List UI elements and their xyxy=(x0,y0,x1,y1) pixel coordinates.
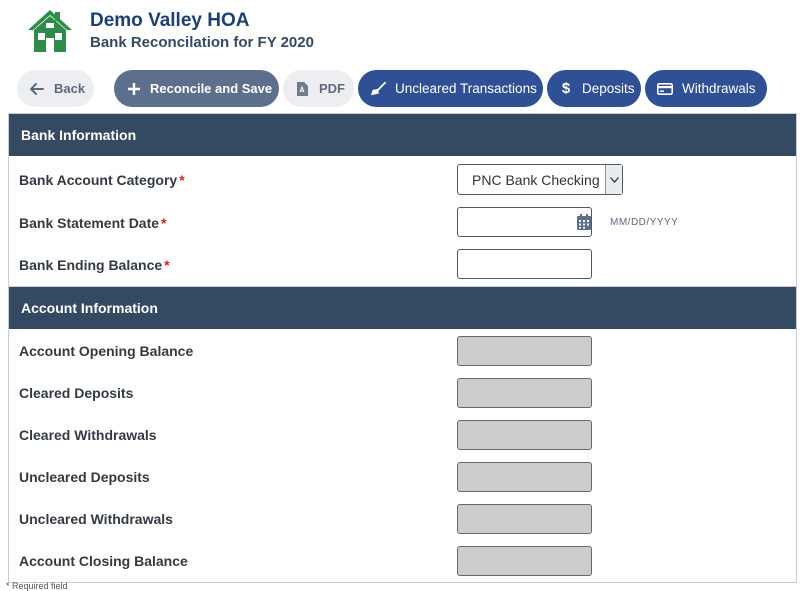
reconcile-and-save-button[interactable]: Reconcile and Save xyxy=(114,70,279,107)
bank-statement-date-label: Bank Statement Date * xyxy=(19,215,167,231)
pdf-file-icon xyxy=(294,81,310,97)
bank-information-panel: Bank Information Bank Account Category * … xyxy=(8,113,797,287)
bank-account-category-value: PNC Bank Checking xyxy=(472,171,600,188)
bank-information-heading: Bank Information xyxy=(9,114,796,156)
required-marker: * xyxy=(164,257,170,273)
uncleared-transactions-label: Uncleared Transactions xyxy=(395,81,537,96)
back-button-label: Back xyxy=(54,81,86,96)
cleared-deposits-field xyxy=(457,378,592,408)
pdf-button[interactable]: PDF xyxy=(283,70,354,107)
reconcile-and-save-label: Reconcile and Save xyxy=(150,81,273,96)
deposits-button[interactable]: $ Deposits xyxy=(547,70,641,107)
account-opening-balance-field xyxy=(457,336,592,366)
back-button[interactable]: Back xyxy=(17,70,94,107)
bank-ending-balance-label: Bank Ending Balance * xyxy=(19,257,170,273)
cleared-withdrawals-label: Cleared Withdrawals xyxy=(19,427,157,443)
bank-statement-date-input[interactable] xyxy=(457,207,592,237)
uncleared-withdrawals-field xyxy=(457,504,592,534)
required-marker: * xyxy=(179,172,185,188)
page-header: Demo Valley HOA Bank Reconcilation for F… xyxy=(0,0,809,62)
date-format-hint: MM/DD/YYYY xyxy=(610,217,679,228)
deposits-label: Deposits xyxy=(582,81,635,96)
withdrawals-button[interactable]: Withdrawals xyxy=(645,70,767,107)
pdf-button-label: PDF xyxy=(319,81,345,96)
account-information-panel: Account Information Account Opening Bala… xyxy=(8,287,797,583)
uncleared-transactions-button[interactable]: Uncleared Transactions xyxy=(358,70,543,107)
page-title: Bank Reconcilation for FY 2020 xyxy=(90,34,314,51)
required-marker: * xyxy=(161,215,167,231)
dollar-icon: $ xyxy=(561,80,571,97)
account-information-heading: Account Information xyxy=(9,287,796,329)
org-name: Demo Valley HOA xyxy=(90,10,250,31)
bank-ending-balance-input[interactable] xyxy=(457,249,592,279)
calendar-icon[interactable] xyxy=(577,214,591,230)
credit-card-icon xyxy=(657,81,673,97)
arrow-left-icon xyxy=(29,81,45,97)
house-logo-icon xyxy=(26,6,74,54)
uncleared-deposits-field xyxy=(457,462,592,492)
uncleared-deposits-label: Uncleared Deposits xyxy=(19,469,150,485)
account-opening-balance-label: Account Opening Balance xyxy=(19,343,194,359)
account-closing-balance-field xyxy=(457,546,592,576)
cleared-deposits-label: Cleared Deposits xyxy=(19,385,134,401)
account-closing-balance-label: Account Closing Balance xyxy=(19,553,188,569)
chevron-down-icon xyxy=(605,165,622,194)
bank-account-category-select[interactable]: PNC Bank Checking xyxy=(457,164,623,195)
cleared-withdrawals-field xyxy=(457,420,592,450)
broom-icon xyxy=(370,81,386,97)
plus-icon xyxy=(126,81,142,97)
toolbar: Back Reconcile and Save PDF Uncleared Tr… xyxy=(0,70,809,108)
required-field-footnote: * Required field xyxy=(6,581,68,591)
uncleared-withdrawals-label: Uncleared Withdrawals xyxy=(19,511,173,527)
withdrawals-label: Withdrawals xyxy=(682,81,756,96)
bank-account-category-label: Bank Account Category * xyxy=(19,172,185,188)
